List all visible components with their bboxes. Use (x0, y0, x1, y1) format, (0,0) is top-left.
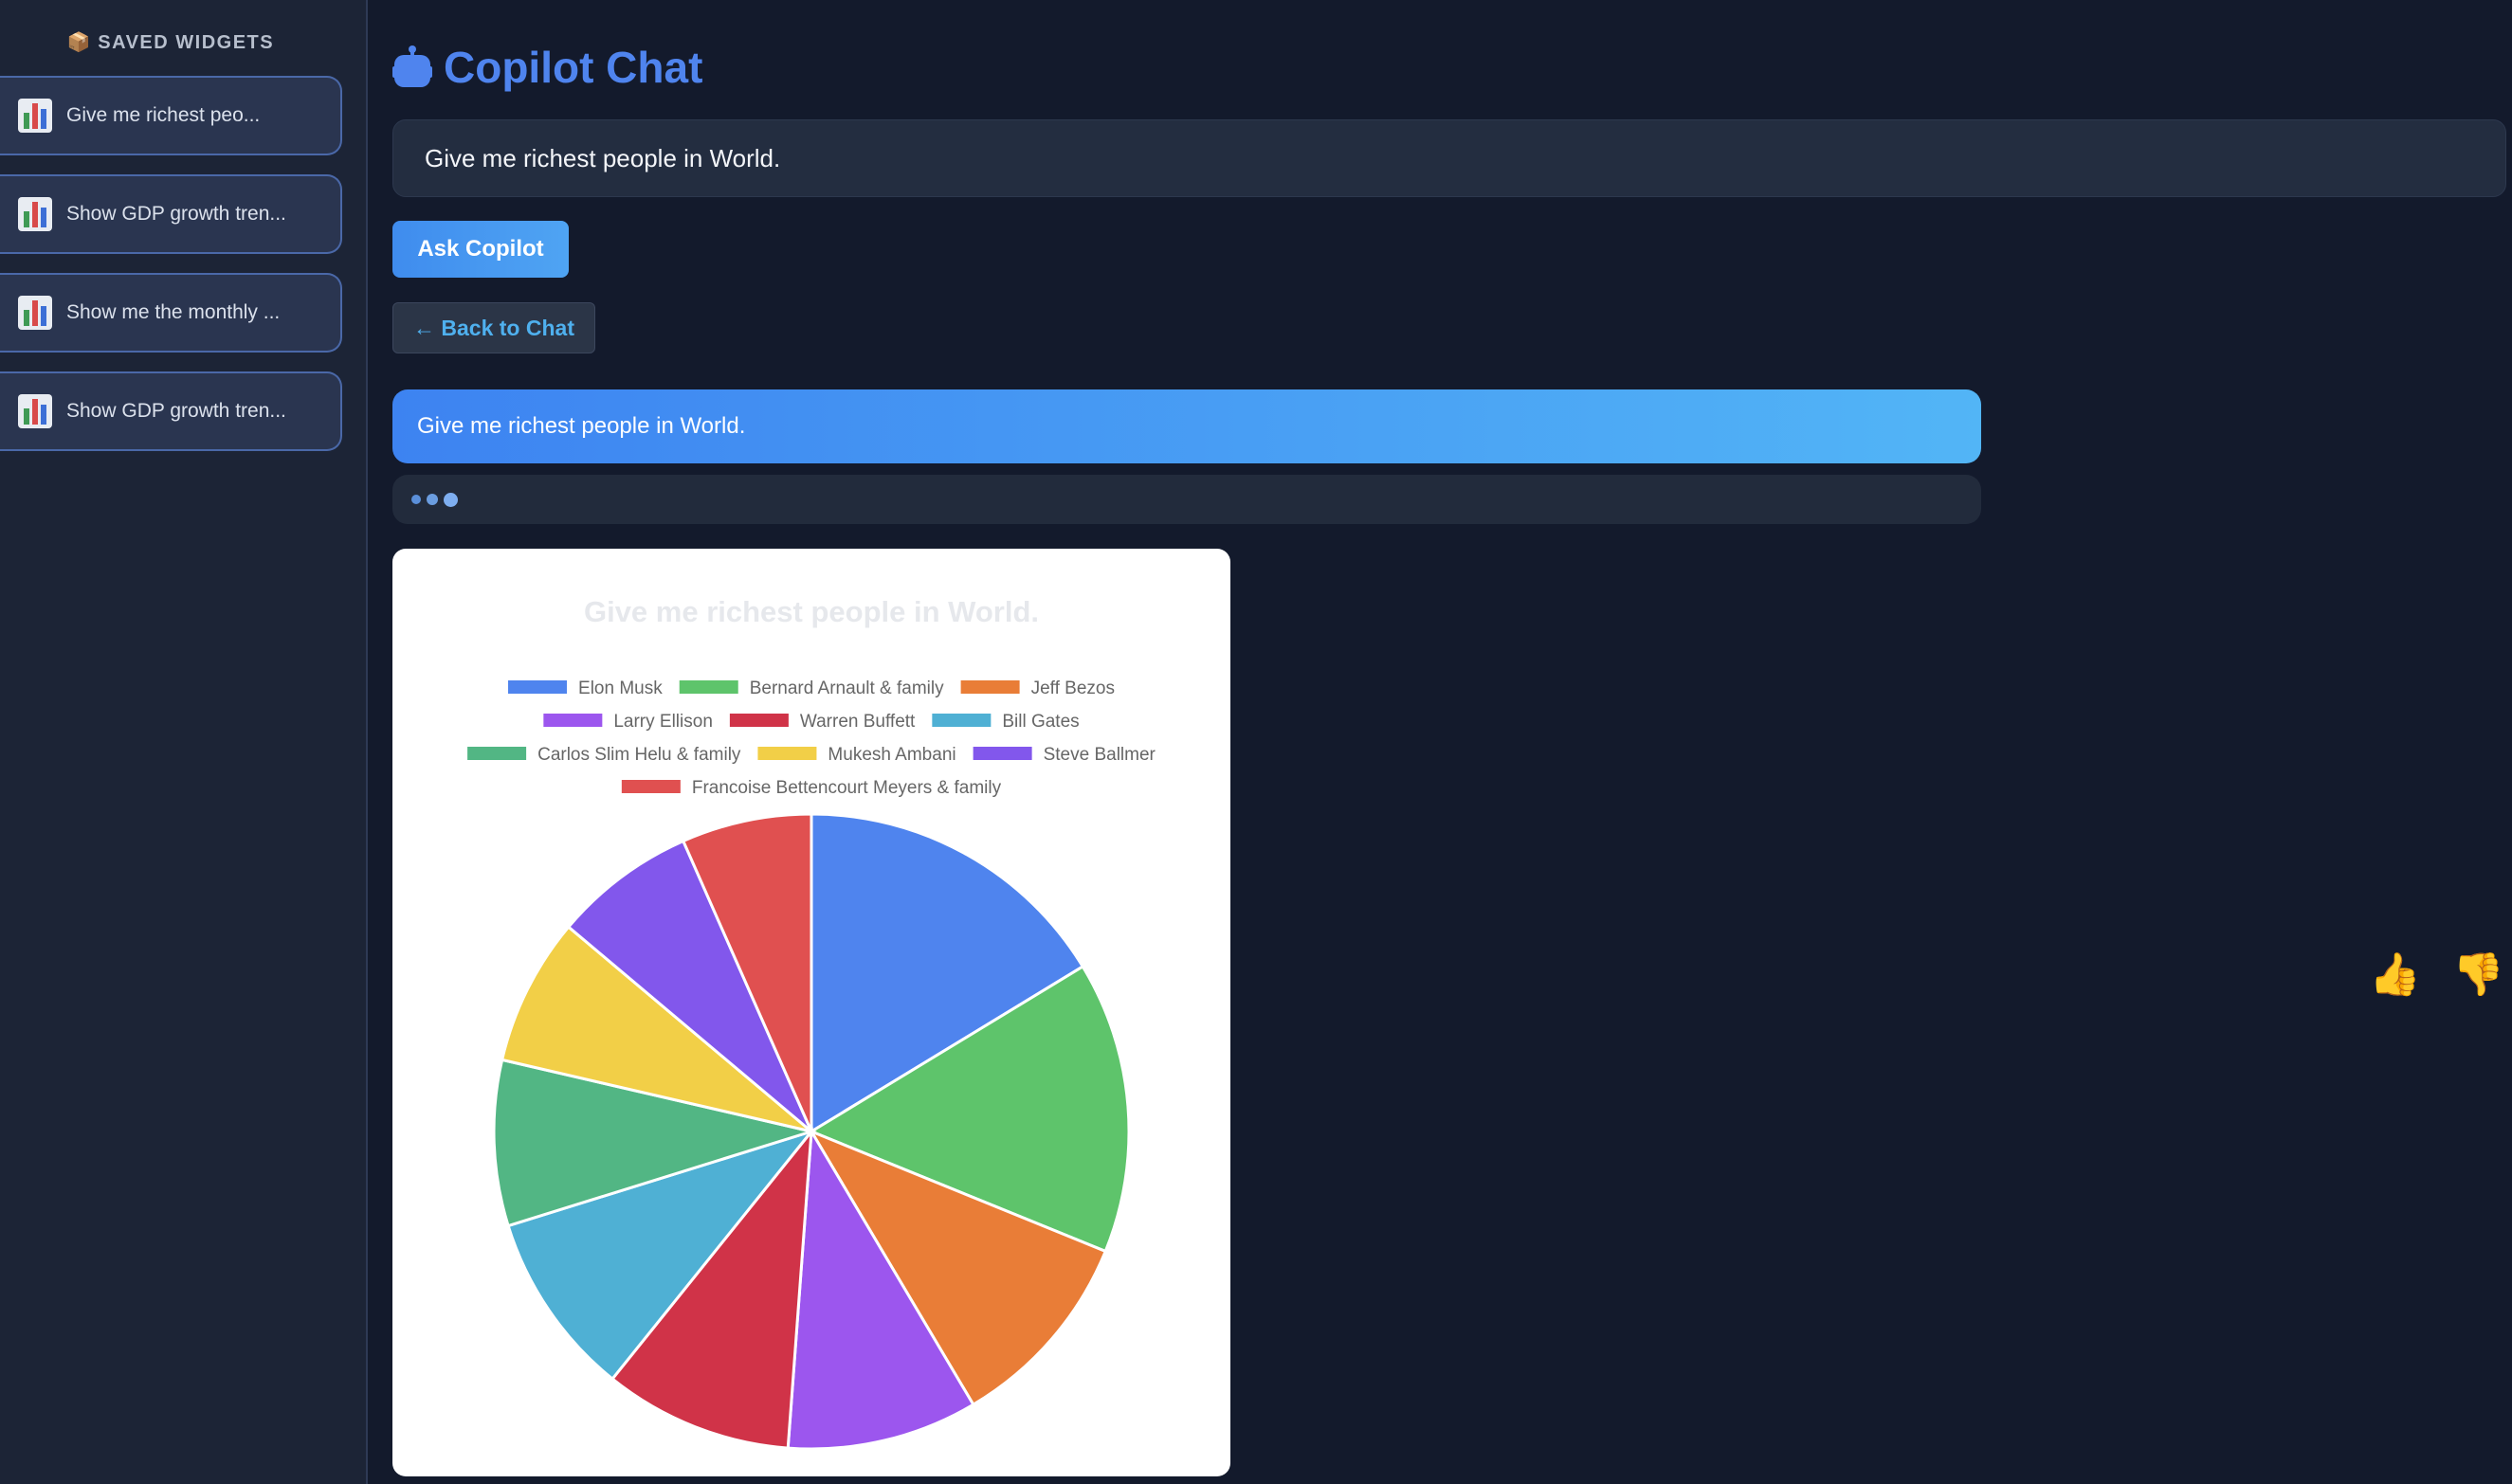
pie-chart: Give me richest people in World. Elon Mu… (467, 595, 1156, 1451)
chart-card: Give me richest people in World. Elon Mu… (392, 549, 1230, 1476)
legend-item[interactable]: Francoise Bettencourt Meyers & family (621, 778, 1002, 798)
legend-item[interactable]: Carlos Slim Helu & family (467, 745, 741, 765)
legend-label: Warren Buffett (800, 712, 916, 732)
saved-widget-item[interactable]: Give me richest peo... (0, 76, 342, 155)
bar-chart-icon (18, 197, 52, 231)
saved-widget-item[interactable]: Show GDP growth tren... (0, 371, 342, 451)
pie-slices (492, 812, 1131, 1451)
legend-item[interactable]: Warren Buffett (729, 712, 916, 732)
legend-item[interactable]: Steve Ballmer (973, 745, 1156, 765)
user-message-text: Give me richest people in World. (417, 413, 746, 439)
chart-legend: Elon Musk Bernard Arnault & family Jeff Be… (467, 679, 1156, 798)
legend-swatch (932, 714, 992, 727)
sidebar-title: 📦 SAVED WIDGETS (0, 30, 341, 54)
saved-widget-label: Show GDP growth tren... (66, 203, 286, 225)
legend-label: Francoise Bettencourt Meyers & family (692, 778, 1002, 798)
legend-item[interactable]: Larry Ellison (543, 712, 713, 732)
back-to-chat-button[interactable]: ← Back to Chat (392, 302, 595, 353)
thumbs-down-icon[interactable]: 👎 (2452, 950, 2504, 999)
legend-swatch (757, 747, 817, 760)
saved-widget-item[interactable]: Show me the monthly ... (0, 273, 342, 353)
typing-dot (411, 495, 421, 504)
app-window: 📦 SAVED WIDGETS Give me richest peo... Sh… (0, 0, 2512, 1484)
legend-swatch (973, 747, 1032, 760)
page-header: Copilot Chat (392, 42, 702, 93)
bar-chart-icon (18, 99, 52, 133)
legend-label: Larry Ellison (613, 712, 713, 732)
legend-item[interactable]: Jeff Bezos (960, 679, 1115, 698)
page-title: Copilot Chat (444, 43, 703, 92)
saved-widget-item[interactable]: Show GDP growth tren... (0, 174, 342, 254)
package-icon: 📦 (66, 32, 93, 53)
saved-widget-label: Show GDP growth tren... (66, 400, 286, 422)
bar-chart-icon (18, 296, 52, 330)
typing-dot (444, 492, 458, 507)
typing-indicator (392, 475, 1981, 524)
legend-label: Steve Ballmer (1044, 745, 1156, 765)
legend-label: Bill Gates (1002, 712, 1079, 732)
saved-widget-label: Give me richest peo... (66, 104, 261, 126)
legend-swatch (543, 714, 603, 727)
user-message-bubble: Give me richest people in World. (392, 389, 1981, 463)
typing-dot (427, 494, 438, 505)
legend-label: Bernard Arnault & family (750, 679, 944, 698)
legend-label: Elon Musk (578, 679, 663, 698)
legend-swatch (729, 714, 789, 727)
legend-item[interactable]: Bernard Arnault & family (679, 679, 944, 698)
legend-item[interactable]: Elon Musk (508, 679, 663, 698)
sidebar-title-label: SAVED WIDGETS (98, 32, 275, 53)
legend-label: Carlos Slim Helu & family (537, 745, 741, 765)
robot-icon (392, 45, 432, 87)
legend-swatch (960, 680, 1020, 694)
legend-swatch (679, 680, 738, 694)
legend-swatch (508, 680, 568, 694)
legend-swatch (621, 780, 681, 793)
sidebar: 📦 SAVED WIDGETS Give me richest peo... Sh… (0, 0, 368, 1484)
chart-title: Give me richest people in World. (584, 595, 1039, 628)
chat-input[interactable]: Give me richest people in World. (392, 119, 2506, 197)
legend-item[interactable]: Bill Gates (932, 712, 1080, 732)
bar-chart-icon (18, 394, 52, 428)
legend-label: Mukesh Ambani (828, 745, 956, 765)
ask-copilot-button[interactable]: Ask Copilot (392, 221, 569, 278)
legend-swatch (467, 747, 527, 760)
legend-item[interactable]: Mukesh Ambani (757, 745, 956, 765)
saved-widget-label: Show me the monthly ... (66, 301, 281, 323)
thumbs-up-icon[interactable]: 👍 (2369, 950, 2421, 999)
legend-label: Jeff Bezos (1031, 679, 1115, 698)
